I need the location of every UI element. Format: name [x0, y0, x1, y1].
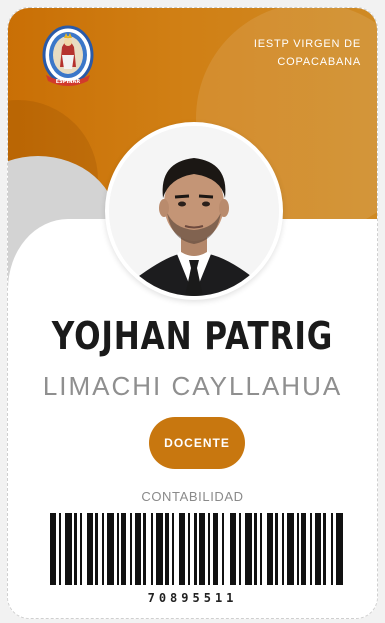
barcode-bar — [267, 513, 273, 585]
barcode-bar — [331, 513, 333, 585]
barcode-bar — [239, 513, 241, 585]
barcode-bar — [315, 513, 321, 585]
barcode-bar — [208, 513, 210, 585]
barcode-bar — [130, 513, 132, 585]
barcode-bar — [222, 513, 224, 585]
barcode-bar — [194, 513, 197, 585]
barcode-number: 70895511 — [147, 591, 238, 605]
barcode-bar — [87, 513, 93, 585]
barcode-bar — [65, 513, 72, 585]
barcode-bar — [95, 513, 98, 585]
institution-name: IESTP VIRGEN DE COPACABANA — [221, 35, 361, 71]
barcode-bar — [230, 513, 236, 585]
role-badge: DOCENTE — [149, 417, 245, 469]
barcode-bar — [74, 513, 77, 585]
barcode-bar — [336, 513, 343, 585]
barcode-bar — [275, 513, 278, 585]
barcode-bar — [245, 513, 252, 585]
barcode-bar — [143, 513, 146, 585]
institution-crest-icon: ESPINAR — [42, 25, 94, 86]
barcode-bar — [135, 513, 141, 585]
barcode-bar — [102, 513, 104, 585]
barcode-bar — [50, 513, 56, 585]
institution-name-line1: IESTP VIRGEN DE — [253, 38, 361, 50]
barcode-bar — [199, 513, 205, 585]
barcode-bar — [301, 513, 306, 585]
barcode-bar — [172, 513, 174, 585]
barcode-bar — [213, 513, 218, 585]
barcode-bar — [282, 513, 284, 585]
barcode — [50, 513, 343, 585]
id-card: ESPINAR IESTP VIRGEN DE COPACABANA YOJHA… — [7, 7, 378, 619]
avatar — [109, 126, 279, 296]
barcode-bar — [107, 513, 114, 585]
barcode-bar — [323, 513, 326, 585]
barcode-bar — [260, 513, 262, 585]
barcode-bar — [156, 513, 163, 585]
barcode-bar — [59, 513, 61, 585]
barcode-bar — [80, 513, 82, 585]
program-name: CONTABILIDAD — [141, 489, 244, 504]
crest-ribbon-text: ESPINAR — [56, 79, 81, 85]
last-name: LIMACHI CAYLLAHUA — [42, 371, 343, 401]
barcode-bar — [151, 513, 153, 585]
barcode-bar — [297, 513, 299, 585]
institution-name-line2: COPACABANA — [277, 56, 361, 68]
barcode-bar — [188, 513, 190, 585]
portrait-image — [109, 126, 279, 296]
barcode-bar — [179, 513, 185, 585]
barcode-bar — [165, 513, 169, 585]
barcode-bar — [287, 513, 294, 585]
barcode-bar — [121, 513, 126, 585]
barcode-bar — [117, 513, 119, 585]
barcode-bar — [310, 513, 312, 585]
first-name: YOJHAN PATRIG — [51, 314, 334, 358]
barcode-bar — [254, 513, 257, 585]
